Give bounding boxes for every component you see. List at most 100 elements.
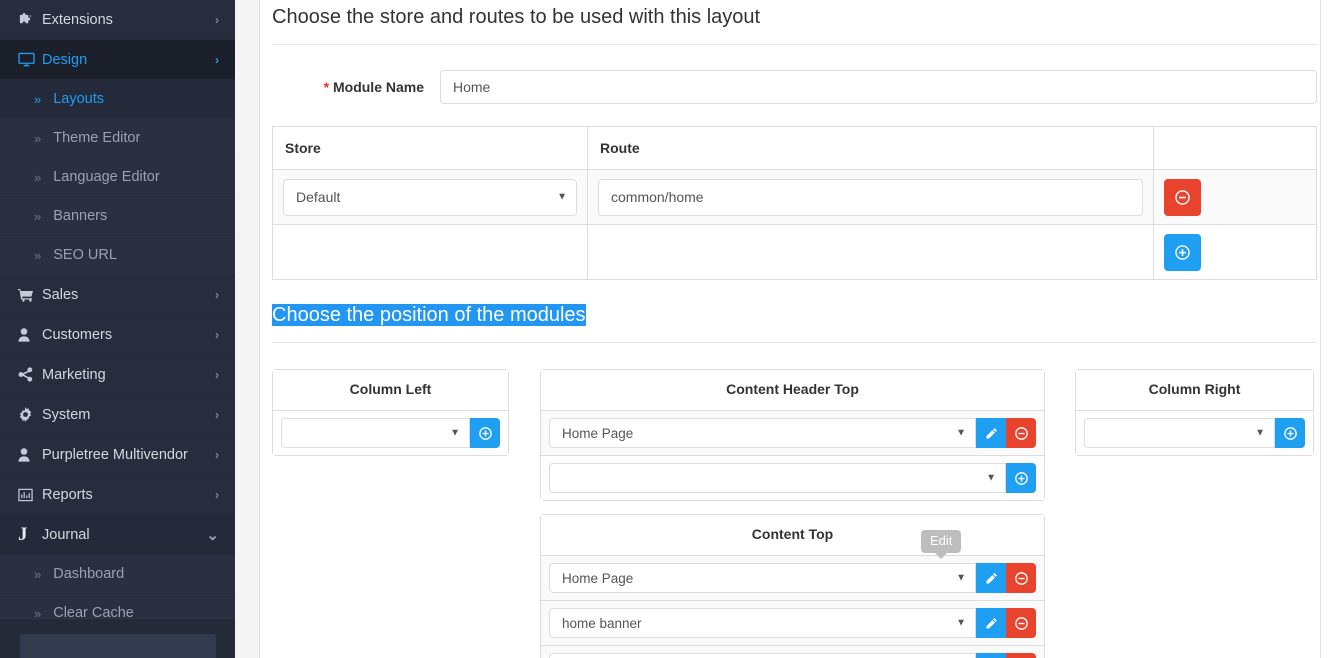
content-top-row-1-select[interactable]: home banner xyxy=(549,608,976,638)
content-top-row-0-remove[interactable] xyxy=(1006,563,1036,593)
circle-plus-icon xyxy=(1014,471,1028,485)
sidebar-item-label: Marketing xyxy=(42,366,106,383)
sidebar-footer xyxy=(0,618,235,658)
column-left-module-select[interactable] xyxy=(281,418,470,448)
module-name-row: * Module Name xyxy=(272,70,1317,104)
pencil-icon xyxy=(985,572,997,584)
sidebar-item-design[interactable]: Design › xyxy=(0,40,235,80)
store-select[interactable]: Default xyxy=(283,178,577,216)
share-icon xyxy=(18,367,42,382)
page-root: Extensions › Design › » Layouts » Theme … xyxy=(0,0,1329,658)
sidebar-item-theme-editor[interactable]: » Theme Editor xyxy=(0,119,235,158)
remove-route-button[interactable] xyxy=(1164,178,1201,216)
content-top-row-0-edit[interactable] xyxy=(976,563,1006,593)
page-gutter xyxy=(235,0,259,658)
column-right-add-button[interactable] xyxy=(1275,418,1305,448)
sidebar-item-label: Reports xyxy=(42,486,93,503)
sidebar-item-journal[interactable]: J Journal ⌄ xyxy=(0,515,235,555)
sidebar-item-system[interactable]: System › xyxy=(0,395,235,435)
sidebar-item-language-editor[interactable]: » Language Editor xyxy=(0,158,235,197)
chart-bar-icon xyxy=(18,488,42,502)
content-top-row-0-select[interactable]: Home Page xyxy=(549,563,976,593)
column-right-add-row: ▼ xyxy=(1076,411,1313,455)
route-input[interactable] xyxy=(598,178,1143,216)
content-top-row: Purpletree Featured Stores ▼ xyxy=(541,646,1044,658)
column-header-action xyxy=(1153,126,1317,170)
store-routes-legend: Choose the store and routes to be used w… xyxy=(272,0,1317,45)
sidebar-item-extensions[interactable]: Extensions › xyxy=(0,0,235,40)
sidebar-item-reports[interactable]: Reports › xyxy=(0,475,235,515)
content-top-row-1-remove[interactable] xyxy=(1006,608,1036,638)
sidebar-item-sales[interactable]: Sales › xyxy=(0,275,235,315)
sidebar-item-banners[interactable]: » Banners xyxy=(0,197,235,236)
modules-area: Column Left ▼ Content Header Top Home Pa… xyxy=(272,357,1317,658)
sidebar-item-label: SEO URL xyxy=(53,247,117,263)
column-left-add-button[interactable] xyxy=(470,418,500,448)
content-header-top-add-button[interactable] xyxy=(1006,463,1036,493)
panel-content-top: Content Top Edit Home Page ▼ home banner… xyxy=(540,514,1045,658)
sidebar-item-label: System xyxy=(42,406,91,423)
content-top-row-2-select[interactable]: Purpletree Featured Stores xyxy=(549,653,976,658)
content-top-row: home banner ▼ xyxy=(541,601,1044,646)
sidebar-item-customers[interactable]: Customers › xyxy=(0,315,235,355)
module-name-label: * Module Name xyxy=(272,79,440,95)
circle-minus-icon xyxy=(1014,571,1028,585)
sidebar-search-input[interactable] xyxy=(20,634,216,658)
cart-icon xyxy=(18,288,42,302)
add-route-button[interactable] xyxy=(1164,233,1201,271)
sidebar-item-dashboard[interactable]: » Dashboard xyxy=(0,555,235,594)
chevron-right-icon: › xyxy=(215,487,219,502)
chevron-right-icon: › xyxy=(215,52,219,67)
sidebar-item-label: Theme Editor xyxy=(53,130,141,146)
sidebar-item-label: Customers xyxy=(42,326,113,343)
sidebar-item-purpletree-multivendor[interactable]: Purpletree Multivendor › xyxy=(0,435,235,475)
chevron-right-icon: › xyxy=(215,447,219,462)
content-top-row-2-remove[interactable] xyxy=(1006,653,1036,658)
column-header-store: Store xyxy=(272,126,588,170)
sidebar-item-seo-url[interactable]: » SEO URL xyxy=(0,236,235,275)
user-icon xyxy=(18,447,42,462)
chevron-right-icon: › xyxy=(215,407,219,422)
chevron-double-icon: » xyxy=(34,130,42,146)
column-right-module-select[interactable] xyxy=(1084,418,1275,448)
required-marker: * xyxy=(323,79,330,95)
panel-column-right: Column Right ▼ xyxy=(1075,369,1314,456)
panel-title-content-header-top: Content Header Top xyxy=(541,370,1044,411)
chevron-double-icon: » xyxy=(34,247,42,263)
circle-minus-icon xyxy=(1014,616,1028,630)
sidebar: Extensions › Design › » Layouts » Theme … xyxy=(0,0,235,658)
chevron-down-icon: ⌄ xyxy=(206,526,219,544)
chevron-double-icon: » xyxy=(34,169,42,185)
panel-content-header-top: Content Header Top Home Page ▼ ▼ xyxy=(540,369,1045,501)
module-name-input[interactable] xyxy=(440,70,1317,104)
content-header-top-row-0-remove[interactable] xyxy=(1006,418,1036,448)
circle-minus-icon xyxy=(1175,189,1190,205)
sidebar-item-marketing[interactable]: Marketing › xyxy=(0,355,235,395)
sidebar-item-label: Extensions xyxy=(42,11,113,28)
gear-icon xyxy=(18,407,42,422)
page-scrollbar-track[interactable] xyxy=(1320,0,1329,658)
panel-column-left: Column Left ▼ xyxy=(272,369,509,456)
panel-title-column-right: Column Right xyxy=(1076,370,1313,411)
store-routes-table: Store Route Default ▼ xyxy=(272,126,1317,280)
content-top-row-2-edit[interactable] xyxy=(976,653,1006,658)
content-header-top-row-0-select[interactable]: Home Page xyxy=(549,418,976,448)
modules-legend: Choose the position of the modules xyxy=(272,298,1317,343)
modules-legend-text: Choose the position of the modules xyxy=(272,304,586,326)
content-header-top-module-select[interactable] xyxy=(549,463,1006,493)
puzzle-icon xyxy=(18,12,42,27)
sidebar-item-label: Banners xyxy=(53,208,108,224)
table-add-row xyxy=(272,224,1317,280)
content-header-top-row-0-edit[interactable] xyxy=(976,418,1006,448)
sidebar-item-layouts[interactable]: » Layouts xyxy=(0,80,235,119)
circle-minus-icon xyxy=(1014,426,1028,440)
content-top-row-1-edit[interactable] xyxy=(976,608,1006,638)
column-header-route: Route xyxy=(587,126,1154,170)
sidebar-item-label: Language Editor xyxy=(53,169,160,185)
monitor-icon xyxy=(18,52,42,67)
table-row: Default ▼ xyxy=(272,169,1317,225)
chevron-double-icon: » xyxy=(34,91,42,107)
circle-plus-icon xyxy=(478,426,492,440)
edit-tooltip: Edit xyxy=(921,530,962,559)
store-select-wrap: Default ▼ xyxy=(283,178,577,216)
